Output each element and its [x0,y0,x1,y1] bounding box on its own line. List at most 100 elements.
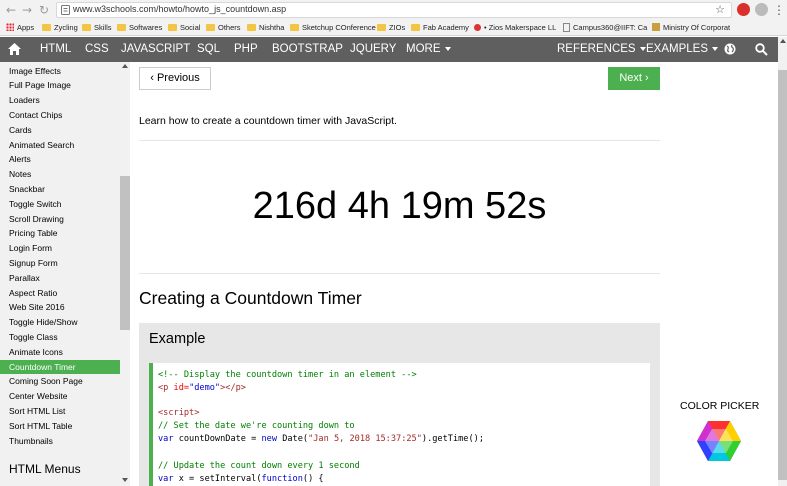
sidebar-item-signup-form[interactable]: Signup Form [0,256,120,271]
sidebar-item-parallax[interactable]: Parallax [0,271,120,286]
nav-html[interactable]: HTML [40,37,71,62]
sidebar-item-toggle-hide-show[interactable]: Toggle Hide/Show [0,315,120,330]
divider [139,140,660,141]
page-icon [563,23,570,32]
reload-icon[interactable]: ↻ [37,3,51,17]
code-line: var x = setInterval(function() { [158,474,324,484]
sidebar-item-scroll-drawing[interactable]: Scroll Drawing [0,212,120,227]
folder-icon [42,24,51,31]
sidebar-item-notes[interactable]: Notes [0,167,120,182]
nav-php[interactable]: PHP [234,37,258,62]
chevron-left-icon: ‹ [150,72,154,84]
main-scrollbar-thumb[interactable] [778,70,787,480]
code-line: <p id="demo"></p> [158,383,246,393]
sidebar-item-sort-html-table[interactable]: Sort HTML Table [0,419,120,434]
sidebar-item-animated-search[interactable]: Animated Search [0,138,120,153]
bookmark-star-icon[interactable]: ☆ [715,3,725,16]
folder-icon [82,24,91,31]
sidebar-item-sort-html-list[interactable]: Sort HTML List [0,404,120,419]
url-input[interactable]: www.w3schools.com/howto/howto_js_countdo… [56,2,732,18]
sidebar-item-countdown-timer[interactable]: Countdown Timer [0,359,120,375]
bookmark-nishtha[interactable]: Nishtha [247,22,284,34]
sidebar-item-full-page-image[interactable]: Full Page Image [0,78,120,93]
nav-examples[interactable]: EXAMPLES [646,37,718,62]
extension-icon[interactable] [755,3,768,16]
nav-bootstrap[interactable]: BOOTSTRAP [272,37,343,62]
bookmark-zios-makerspace[interactable]: • Zios Makerspace LL [474,22,556,34]
sidebar-item-loaders[interactable]: Loaders [0,93,120,108]
sidebar-item-toggle-switch[interactable]: Toggle Switch [0,197,120,212]
code-line: // Set the date we're counting down to [158,421,355,431]
back-icon[interactable]: ← [4,3,18,17]
home-icon[interactable] [8,43,21,55]
code-line: var countDownDate = new Date("Jan 5, 201… [158,434,484,444]
sidebar-item-toggle-class[interactable]: Toggle Class [0,330,120,345]
folder-icon [247,24,256,31]
folder-icon [117,24,126,31]
extension-gmail-icon[interactable] [737,3,750,16]
bookmark-softwares[interactable]: Softwares [117,22,162,34]
sidebar: Image Effects Full Page Image Loaders Co… [0,62,120,486]
bookmarks-bar: Apps Zycling Skills Softwares Social Oth… [0,20,787,36]
globe-icon[interactable] [724,43,736,55]
code-line: // Update the count down every 1 second [158,461,360,471]
bookmark-fab-academy[interactable]: Fab Academy [411,22,469,34]
bookmark-social[interactable]: Social [168,22,200,34]
sidebar-item-animate-icons[interactable]: Animate Icons [0,345,120,360]
url-text: www.w3schools.com/howto/howto_js_countdo… [73,4,287,14]
sidebar-item-contact-chips[interactable]: Contact Chips [0,108,120,123]
sidebar-item-cards[interactable]: Cards [0,123,120,138]
sidebar-item-alerts[interactable]: Alerts [0,152,120,167]
color-picker-label[interactable]: COLOR PICKER [680,400,759,412]
bookmark-zios[interactable]: ZIOs [377,22,405,34]
nav-javascript[interactable]: JAVASCRIPT [121,37,190,62]
folder-icon [377,24,386,31]
nav-jquery[interactable]: JQUERY [350,37,396,62]
sidebar-section-heading: HTML Menus [9,462,81,476]
top-navigation: HTML CSS JAVASCRIPT SQL PHP BOOTSTRAP JQ… [0,37,778,62]
sidebar-item-center-website[interactable]: Center Website [0,389,120,404]
nav-references[interactable]: REFERENCES [557,37,646,62]
page-info-icon[interactable] [61,5,70,15]
caret-down-icon [712,47,718,51]
sidebar-item-login-form[interactable]: Login Form [0,241,120,256]
nav-more[interactable]: MORE [406,37,451,62]
caret-down-icon [444,47,451,51]
section-heading: Creating a Countdown Timer [139,288,362,308]
nav-css[interactable]: CSS [85,37,109,62]
sidebar-item-snackbar[interactable]: Snackbar [0,182,120,197]
scroll-up-icon[interactable] [780,39,786,43]
folder-icon [411,24,420,31]
search-icon[interactable] [755,43,768,56]
apps-grid-icon [6,23,14,31]
nav-sql[interactable]: SQL [197,37,220,62]
sidebar-item-pricing-table[interactable]: Pricing Table [0,226,120,241]
browser-address-bar: ← → ↻ www.w3schools.com/howto/howto_js_c… [0,0,787,20]
bookmark-sketchup-conference[interactable]: Sketchup COnference [290,22,376,34]
scroll-up-icon[interactable] [122,64,128,68]
countdown-display: 216d 4h 19m 52s [252,185,547,227]
intro-text: Learn how to create a countdown timer wi… [139,115,397,127]
folder-icon [290,24,299,31]
scroll-down-icon[interactable] [122,478,128,482]
bookmark-others[interactable]: Others [206,22,241,34]
sidebar-item-thumbnails[interactable]: Thumbnails [0,434,120,449]
menu-dots-icon[interactable]: ⋮ [772,3,786,17]
sidebar-item-web-site-2016[interactable]: Web Site 2016 [0,300,120,315]
bookmark-ministry[interactable]: Ministry Of Corporat [652,22,730,34]
ministry-icon [652,23,660,31]
previous-button[interactable]: ‹ Previous [139,67,211,90]
bookmark-campus360[interactable]: Campus360@IIFT: Ca [563,22,647,34]
sidebar-scrollbar-thumb[interactable] [120,176,130,330]
sidebar-item-image-effects[interactable]: Image Effects [0,64,120,79]
sidebar-item-aspect-ratio[interactable]: Aspect Ratio [0,286,120,301]
color-picker-icon[interactable] [696,420,742,462]
folder-icon [206,24,215,31]
next-button[interactable]: Next › [608,67,660,90]
bookmark-skills[interactable]: Skills [82,22,112,34]
bookmark-apps[interactable]: Apps [6,22,34,34]
forward-icon[interactable]: → [20,3,34,17]
bookmark-zycling[interactable]: Zycling [42,22,78,34]
code-line: <script> [158,408,200,418]
sidebar-item-coming-soon-page[interactable]: Coming Soon Page [0,374,120,389]
